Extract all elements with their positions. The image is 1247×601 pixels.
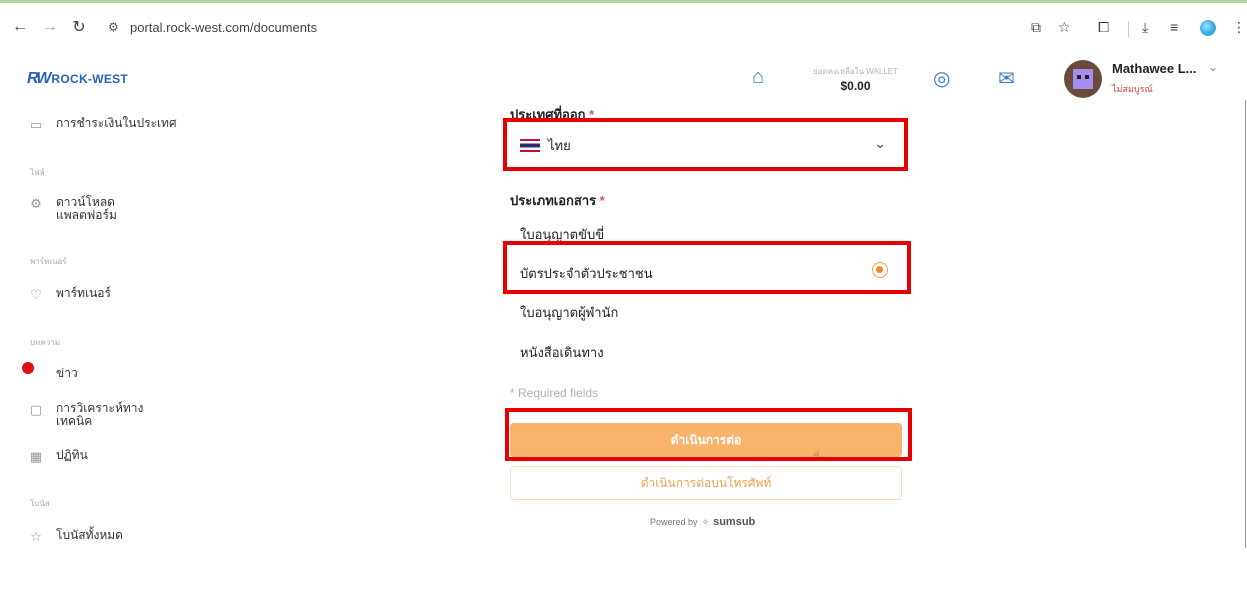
highlight-country-select	[503, 118, 908, 171]
forward-icon[interactable]: →	[40, 17, 60, 37]
calendar-icon: ▦	[29, 449, 43, 464]
sidebar-item-label: การวิเคราะห์ทาง เทคนิค	[56, 401, 144, 428]
sidebar-item-label: ข่าว	[56, 366, 78, 380]
support-lifebuoy-icon[interactable]: ◎	[933, 66, 950, 91]
wallet-balance[interactable]: ยอดคงเหลือใน WALLET $0.00	[808, 65, 903, 93]
required-fields-note: * Required fields	[510, 386, 599, 400]
logo-text: ROCK-WEST	[51, 72, 129, 86]
sidebar-item-news[interactable]: ข่าว	[28, 367, 78, 383]
sidebar-item-label: พาร์ทเนอร์	[56, 286, 111, 300]
browser-toolbar: ← → ↻ ⚙ portal.rock-west.com/documents ⧉…	[0, 3, 1247, 51]
document-type-label: ประเภทเอกสาร *	[510, 190, 605, 211]
verification-status: ไม่สมบูรณ์	[1112, 84, 1153, 94]
document-option-residence-permit[interactable]: ใบอนุญาตผู้พำนัก	[520, 302, 618, 323]
toolbar-divider	[1128, 21, 1129, 37]
sidebar-section-heading: บทความ	[30, 338, 60, 347]
handshake-icon: ♡	[30, 287, 42, 302]
wallet-amount: $0.00	[840, 79, 871, 93]
browser-menu-icon[interactable]: ⋮	[1232, 19, 1246, 36]
avatar[interactable]	[1064, 60, 1102, 98]
page-right-edge	[1245, 100, 1246, 548]
sidebar-item-partner[interactable]: ♡ พาร์ทเนอร์	[28, 287, 111, 303]
avatar-eye	[1085, 75, 1089, 79]
sidebar-section-heading: พาร์ทเนอร์	[30, 257, 67, 266]
news-icon	[28, 367, 44, 383]
wallet-icon: ▭	[29, 117, 43, 132]
bookmark-star-icon[interactable]: ☆	[1058, 19, 1071, 36]
sidebar-item-calendar[interactable]: ▦ ปฏิทิน	[28, 449, 88, 465]
sidebar-section-heading: ไฟล์	[30, 168, 45, 177]
powered-by-text: Powered by	[650, 517, 698, 527]
continue-on-phone-button[interactable]: ดำเนินการต่อบนโทรศัพท์	[510, 466, 902, 500]
home-icon[interactable]: ⌂	[752, 66, 764, 89]
sidebar-item-all-bonuses[interactable]: ☆ โบนัสทั้งหมด	[28, 529, 123, 545]
powered-brand: sumsub	[713, 516, 756, 528]
reading-list-icon[interactable]: ≡	[1170, 19, 1178, 35]
profile-extension-icon[interactable]	[1200, 20, 1216, 36]
chart-icon: ▢	[29, 402, 43, 417]
document-option-passport[interactable]: หนังสือเดินทาง	[520, 342, 604, 363]
sidebar-item-domestic-payment[interactable]: ▭ การชำระเงินในประเทศ	[28, 117, 177, 133]
star-icon: ☆	[30, 529, 42, 544]
chevron-down-icon[interactable]: ⌄	[1208, 60, 1218, 74]
reload-icon[interactable]: ↻	[69, 17, 89, 37]
sidebar-item-label: ดาวน์โหลด แพลตฟอร์ม	[56, 195, 117, 222]
mail-icon[interactable]: ✉	[998, 66, 1015, 91]
powered-by-sumsub: Powered by ✧ sumsub	[650, 516, 755, 528]
sidebar-item-technical-analysis[interactable]: ▢ การวิเคราะห์ทาง เทคนิค	[28, 401, 144, 428]
sumsub-logo-icon: ✧	[701, 516, 710, 527]
extensions-icon[interactable]: ⧠	[1098, 19, 1109, 36]
translate-icon[interactable]: ⧉	[1031, 19, 1041, 36]
sidebar-item-label: โบนัสทั้งหมด	[56, 528, 123, 542]
logo-mark: RW	[27, 70, 51, 87]
avatar-eye	[1077, 75, 1081, 79]
document-type-label-text: ประเภทเอกสาร	[510, 193, 597, 208]
sidebar-item-download-platform[interactable]: ⚙ ดาวน์โหลด แพลตฟอร์ม	[28, 196, 117, 222]
back-icon[interactable]: ←	[10, 17, 30, 37]
wallet-label: ยอดคงเหลือใน WALLET	[813, 67, 898, 76]
user-name[interactable]: Mathawee L...	[1112, 61, 1197, 76]
address-bar[interactable]: portal.rock-west.com/documents	[130, 20, 317, 35]
site-settings-icon[interactable]: ⚙	[108, 20, 119, 34]
required-mark: *	[599, 193, 605, 208]
sidebar-section-heading: โบนัส	[30, 499, 50, 508]
avatar-face	[1073, 69, 1093, 89]
sidebar-item-label: การชำระเงินในประเทศ	[56, 116, 177, 130]
gear-icon: ⚙	[30, 196, 42, 211]
highlight-continue-button	[505, 408, 912, 461]
highlight-id-card-option	[503, 241, 911, 294]
download-icon[interactable]: ⤓	[1142, 19, 1148, 36]
rock-west-logo[interactable]: RW ROCK-WEST	[27, 70, 128, 88]
sidebar-item-label: ปฏิทิน	[56, 448, 88, 462]
